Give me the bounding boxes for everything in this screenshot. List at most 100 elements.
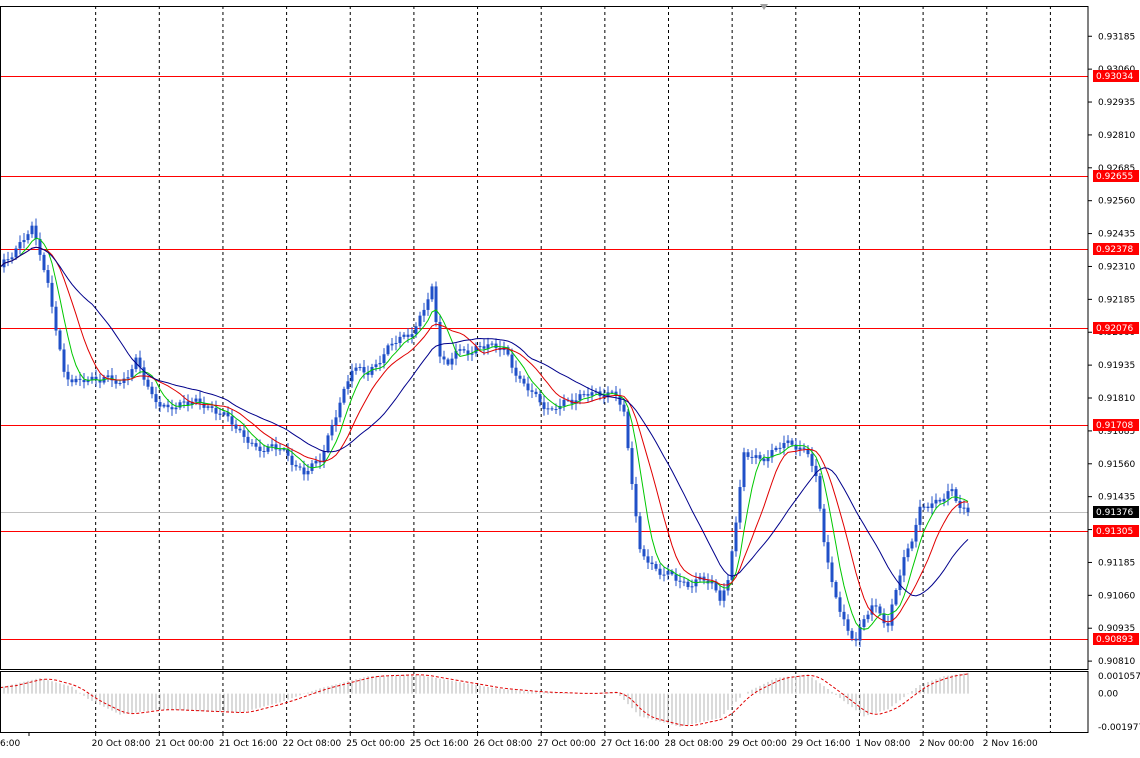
candle-body — [526, 383, 530, 391]
candle-body — [842, 611, 846, 620]
price-tick-label: 0.92935 — [1098, 98, 1135, 108]
candle-body — [942, 498, 946, 502]
candle-body — [622, 404, 626, 412]
candle-body — [350, 370, 354, 382]
price-tick-label: 0.91560 — [1098, 460, 1135, 470]
level-price-tag-text: 0.91708 — [1096, 421, 1133, 431]
candle-body — [910, 541, 914, 549]
time-tick-label: 29 Oct 16:00 — [792, 739, 851, 749]
candle-body — [826, 542, 830, 563]
oscillator-tick-label: -0.001977 — [1098, 723, 1140, 733]
candle-body — [678, 580, 682, 582]
candle-body — [258, 446, 262, 451]
candle-body — [742, 452, 746, 488]
candle-body — [374, 364, 378, 367]
candle-body — [514, 367, 518, 376]
candle-body — [70, 379, 74, 383]
candle-body — [446, 359, 450, 365]
candle-body — [186, 401, 190, 406]
candle-body — [178, 402, 182, 408]
candle-body — [822, 508, 826, 543]
candle-body — [434, 286, 438, 322]
candle-body — [378, 363, 382, 365]
candle-body — [734, 522, 738, 552]
candle-body — [62, 349, 66, 372]
candle-body — [438, 321, 442, 357]
price-tick-label: 0.90935 — [1098, 624, 1135, 634]
candle-body — [458, 349, 462, 351]
level-price-tag-text: 0.92655 — [1096, 172, 1133, 182]
candle-body — [490, 343, 494, 345]
candle-body — [914, 524, 918, 542]
time-tick-label: 21 Oct 00:00 — [155, 739, 214, 749]
candle-body — [26, 234, 30, 241]
candle-body — [862, 619, 866, 627]
candle-body — [254, 443, 258, 447]
candle-body — [50, 282, 54, 307]
candle-body — [238, 428, 242, 431]
candle-body — [690, 586, 694, 588]
candle-body — [846, 619, 850, 631]
candle-body — [882, 613, 886, 624]
candle-body — [42, 254, 46, 271]
candle-body — [778, 447, 782, 449]
candle-body — [34, 225, 38, 239]
candle-body — [894, 590, 898, 605]
candle-body — [326, 435, 330, 452]
candle-body — [718, 590, 722, 601]
candle-body — [918, 506, 922, 525]
candle-body — [14, 248, 18, 258]
candle-body — [386, 345, 390, 355]
level-price-tag-text: 0.92378 — [1096, 245, 1133, 255]
price-tick-label: 0.92810 — [1098, 131, 1135, 141]
candle-body — [858, 626, 862, 641]
candle-body — [234, 424, 238, 429]
candle-body — [786, 440, 790, 443]
candle-body — [922, 506, 926, 508]
candle-body — [954, 489, 958, 502]
level-price-tag-text: 0.92076 — [1096, 324, 1133, 334]
candle-body — [54, 306, 58, 331]
candle-body — [74, 378, 78, 383]
candle-body — [66, 371, 70, 380]
candle-body — [874, 605, 878, 607]
candle-body — [174, 407, 178, 410]
candle-body — [250, 442, 254, 444]
candle-body — [834, 582, 838, 598]
candle-body — [866, 614, 870, 620]
candle-body — [462, 349, 466, 351]
candle-body — [290, 455, 294, 465]
candle-body — [790, 440, 794, 445]
time-tick-label: 28 Oct 08:00 — [665, 739, 724, 749]
candle-body — [878, 606, 882, 614]
candle-body — [906, 548, 910, 558]
oscillator-tick-label: 0.001057 — [1098, 672, 1140, 682]
forex-chart[interactable]: 0.931850.930600.929350.928100.926850.925… — [0, 0, 1140, 754]
candle-body — [362, 366, 366, 373]
candle-body — [650, 562, 654, 565]
chart-svg[interactable]: 0.931850.930600.929350.928100.926850.925… — [0, 0, 1140, 754]
candle-body — [578, 394, 582, 401]
candle-body — [394, 342, 398, 344]
price-tick-label: 0.92560 — [1098, 197, 1135, 207]
price-tick-label: 0.92435 — [1098, 230, 1135, 240]
candle-body — [886, 623, 890, 626]
candle-body — [630, 448, 634, 485]
price-tick-label: 0.91435 — [1098, 493, 1135, 503]
price-tick-label: 0.92310 — [1098, 262, 1135, 272]
candle-body — [750, 456, 754, 458]
candle-body — [754, 455, 758, 458]
candle-body — [746, 452, 750, 457]
price-tick-label: 0.91185 — [1098, 558, 1135, 568]
candle-body — [934, 499, 938, 504]
time-tick-label: 2 Nov 16:00 — [983, 739, 1038, 749]
candle-body — [530, 390, 534, 392]
time-tick-label: 21 Oct 16:00 — [219, 739, 278, 749]
candle-body — [314, 460, 318, 464]
candle-body — [546, 408, 550, 410]
time-tick-label: 27 Oct 16:00 — [601, 739, 660, 749]
candle-body — [154, 394, 158, 403]
candle-body — [850, 630, 854, 639]
candle-body — [542, 402, 546, 410]
candle-body — [610, 391, 614, 393]
